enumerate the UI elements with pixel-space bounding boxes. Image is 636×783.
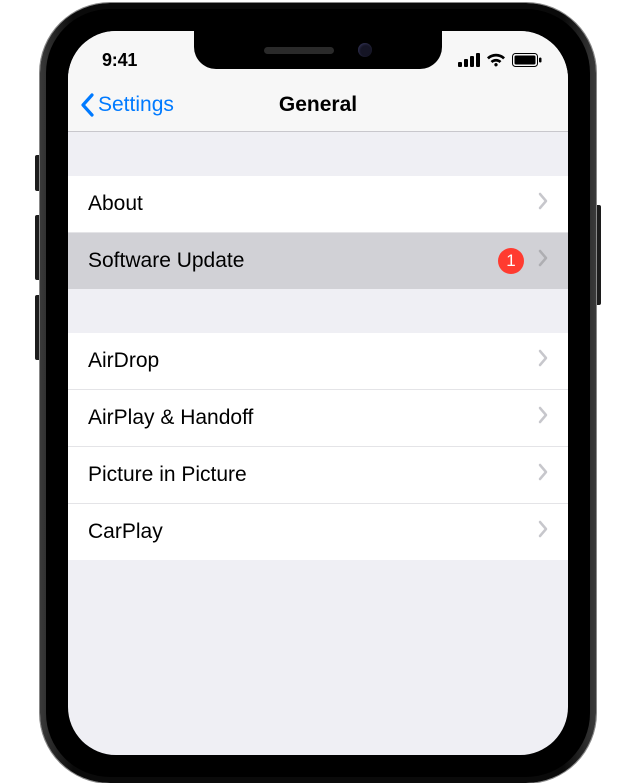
screen: 9:41 — [68, 31, 568, 755]
row-label: Software Update — [88, 249, 498, 273]
row-software-update[interactable]: Software Update 1 — [68, 233, 568, 289]
row-label: About — [88, 192, 538, 216]
section-1: About Software Update 1 — [68, 176, 568, 289]
battery-icon — [512, 53, 542, 67]
row-about[interactable]: About — [68, 176, 568, 233]
status-time: 9:41 — [102, 40, 137, 71]
row-label: AirDrop — [88, 349, 538, 373]
section-2: AirDrop AirPlay & Handoff — [68, 333, 568, 560]
wifi-icon — [486, 53, 506, 67]
chevron-left-icon — [80, 93, 94, 117]
notch — [194, 31, 442, 69]
chevron-right-icon — [538, 192, 548, 216]
section-gap — [68, 289, 568, 333]
row-airdrop[interactable]: AirDrop — [68, 333, 568, 390]
cellular-signal-icon — [458, 53, 480, 67]
status-icons — [458, 43, 542, 67]
chevron-right-icon — [538, 349, 548, 373]
chevron-right-icon — [538, 463, 548, 487]
section-gap — [68, 132, 568, 176]
row-label: Picture in Picture — [88, 463, 538, 487]
chevron-right-icon — [538, 406, 548, 430]
row-label: CarPlay — [88, 520, 538, 544]
chevron-right-icon — [538, 520, 548, 544]
row-picture-in-picture[interactable]: Picture in Picture — [68, 447, 568, 504]
notification-badge: 1 — [498, 248, 524, 274]
phone-frame: 9:41 — [40, 3, 596, 783]
settings-content: About Software Update 1 — [68, 132, 568, 560]
chevron-right-icon — [538, 249, 548, 273]
back-button[interactable]: Settings — [80, 79, 174, 131]
speaker-grille — [264, 47, 334, 54]
row-carplay[interactable]: CarPlay — [68, 504, 568, 560]
row-label: AirPlay & Handoff — [88, 406, 538, 430]
back-label: Settings — [98, 93, 174, 117]
nav-bar: Settings General — [68, 79, 568, 132]
nav-title: General — [279, 93, 357, 117]
front-camera-icon — [358, 43, 372, 57]
row-airplay-handoff[interactable]: AirPlay & Handoff — [68, 390, 568, 447]
